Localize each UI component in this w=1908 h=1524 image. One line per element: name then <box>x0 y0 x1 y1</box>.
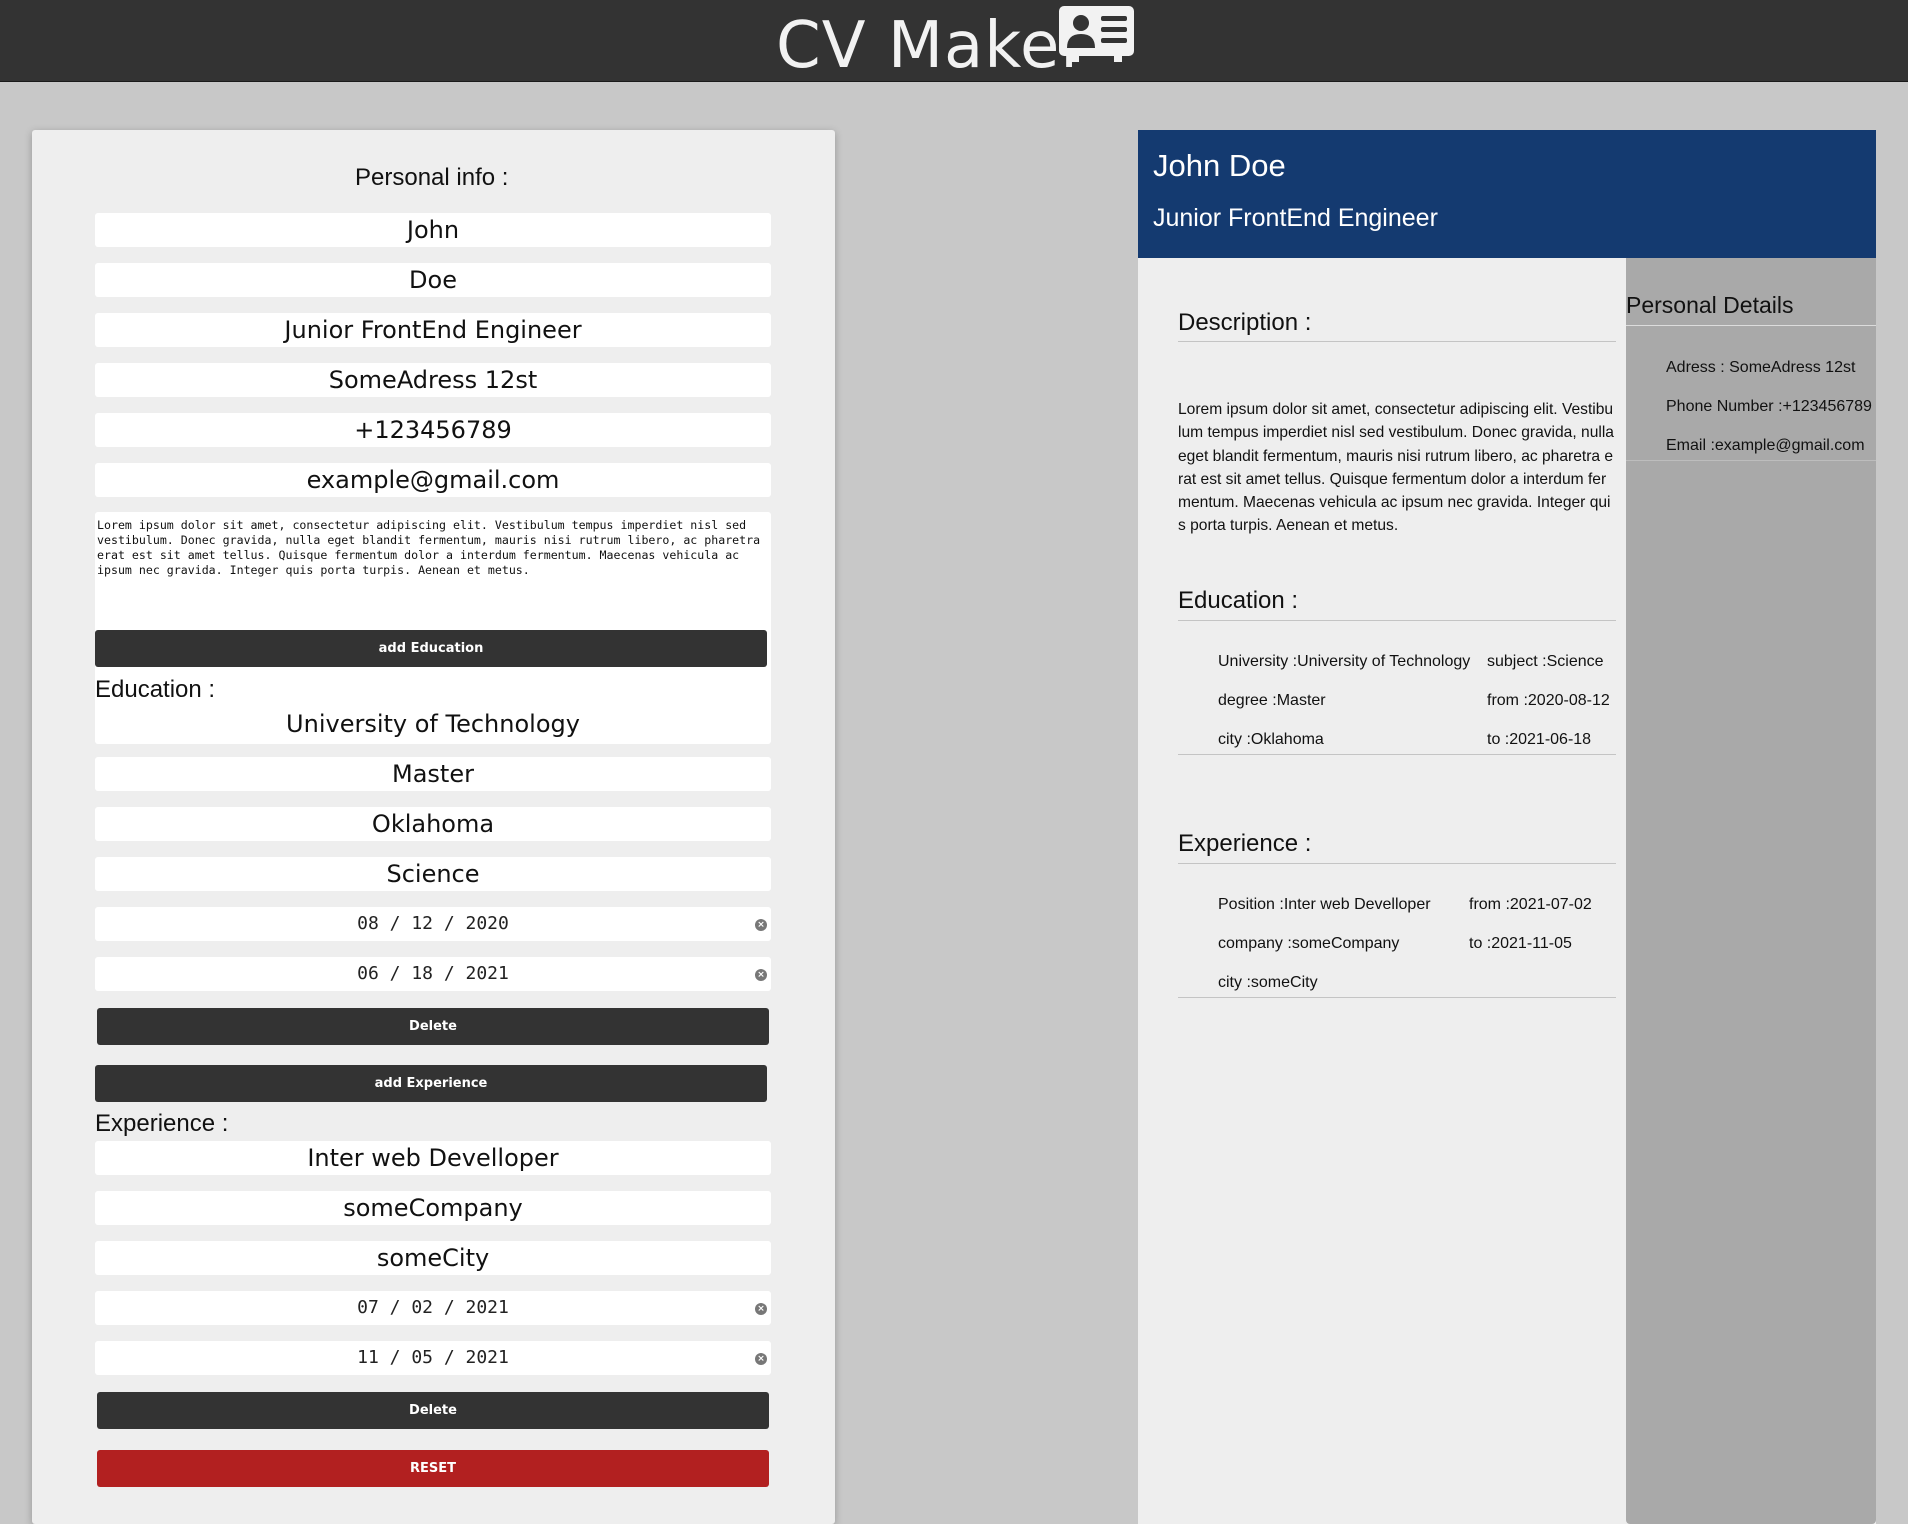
cv-education-city: city :Oklahoma <box>1218 731 1324 748</box>
company-input[interactable]: someCompany <box>95 1191 771 1225</box>
cv-email: Email :example@gmail.com <box>1666 437 1865 454</box>
cv-address: Adress : SomeAdress 12st <box>1666 359 1856 376</box>
divider <box>1178 754 1616 755</box>
delete-education-button[interactable]: Delete <box>97 1008 769 1045</box>
email-input[interactable]: example@gmail.com <box>95 463 771 497</box>
clear-icon[interactable]: × <box>755 1303 767 1315</box>
cv-education-university: University :University of Technology <box>1218 653 1471 670</box>
cv-name: John Doe <box>1153 148 1286 183</box>
divider <box>1178 863 1616 864</box>
experience-from-date-value: 07 / 02 / 2021 <box>357 1297 509 1318</box>
subject-input[interactable]: Science <box>95 857 771 891</box>
address-input[interactable]: SomeAdress 12st <box>95 363 771 397</box>
phone-input[interactable]: +123456789 <box>95 413 771 447</box>
clear-icon[interactable]: × <box>755 919 767 931</box>
experience-from-date-input[interactable]: 07 / 02 / 2021 × <box>95 1291 771 1325</box>
cv-description-text: Lorem ipsum dolor sit amet, consectetur … <box>1178 401 1614 535</box>
contact-card-icon <box>1059 6 1134 62</box>
cv-experience-heading: Experience : <box>1178 830 1312 857</box>
cv-personal-details-heading: Personal Details <box>1626 292 1794 318</box>
divider <box>1178 997 1616 998</box>
experience-to-date-input[interactable]: 11 / 05 / 2021 × <box>95 1341 771 1375</box>
job-title-input[interactable]: Junior FrontEnd Engineer <box>95 313 771 347</box>
delete-experience-button[interactable]: Delete <box>97 1392 769 1429</box>
education-to-date-input[interactable]: 06 / 18 / 2021 × <box>95 957 771 991</box>
cv-preview: John Doe Junior FrontEnd Engineer Descri… <box>1138 130 1876 1524</box>
university-input[interactable]: University of Technology <box>95 707 771 741</box>
cv-experience-city: city :someCity <box>1218 974 1318 991</box>
form-panel: Personal info : John Doe Junior FrontEnd… <box>32 130 835 1524</box>
cv-education-to: to :2021-06-18 <box>1487 731 1592 748</box>
reset-button[interactable]: RESET <box>97 1450 769 1487</box>
top-bar: CV Maker <box>0 0 1908 83</box>
cv-description-heading: Description : <box>1178 309 1312 336</box>
add-experience-button[interactable]: add Experience <box>95 1065 767 1102</box>
cv-education-from: from :2020-08-12 <box>1487 692 1610 709</box>
cv-header: John Doe Junior FrontEnd Engineer <box>1138 130 1876 258</box>
experience-heading: Experience : <box>95 1110 229 1137</box>
education-heading: Education : <box>95 676 216 703</box>
clear-icon[interactable]: × <box>755 969 767 981</box>
cv-experience-position: Position :Inter web Develloper <box>1218 896 1431 913</box>
experience-to-date-value: 11 / 05 / 2021 <box>357 1347 509 1368</box>
first-name-input[interactable]: John <box>95 213 771 247</box>
cv-education-subject: subject :Science <box>1487 653 1604 670</box>
cv-education-heading: Education : <box>1178 587 1299 614</box>
clear-icon[interactable]: × <box>755 1353 767 1365</box>
cv-experience-company: company :someCompany <box>1218 935 1400 952</box>
experience-city-input[interactable]: someCity <box>95 1241 771 1275</box>
education-from-date-value: 08 / 12 / 2020 <box>357 913 509 934</box>
divider <box>1626 460 1876 461</box>
position-input[interactable]: Inter web Develloper <box>95 1141 771 1175</box>
cv-phone: Phone Number :+123456789 <box>1666 398 1872 415</box>
add-education-button[interactable]: add Education <box>95 630 767 667</box>
personal-info-heading: Personal info : <box>355 164 509 191</box>
cv-job-title: Junior FrontEnd Engineer <box>1153 204 1438 232</box>
divider <box>1178 620 1616 621</box>
cv-education-degree: degree :Master <box>1218 692 1326 709</box>
cv-experience-from: from :2021-07-02 <box>1469 896 1592 913</box>
last-name-input[interactable]: Doe <box>95 263 771 297</box>
education-to-date-value: 06 / 18 / 2021 <box>357 963 509 984</box>
divider <box>1626 325 1876 326</box>
cv-experience-to: to :2021-11-05 <box>1469 935 1572 952</box>
app-title: CV Maker <box>776 9 1088 83</box>
education-city-input[interactable]: Oklahoma <box>95 807 771 841</box>
divider <box>1178 341 1616 342</box>
cv-personal-details-sidebar: Personal Details Adress : SomeAdress 12s… <box>1626 258 1876 1524</box>
education-from-date-input[interactable]: 08 / 12 / 2020 × <box>95 907 771 941</box>
degree-input[interactable]: Master <box>95 757 771 791</box>
